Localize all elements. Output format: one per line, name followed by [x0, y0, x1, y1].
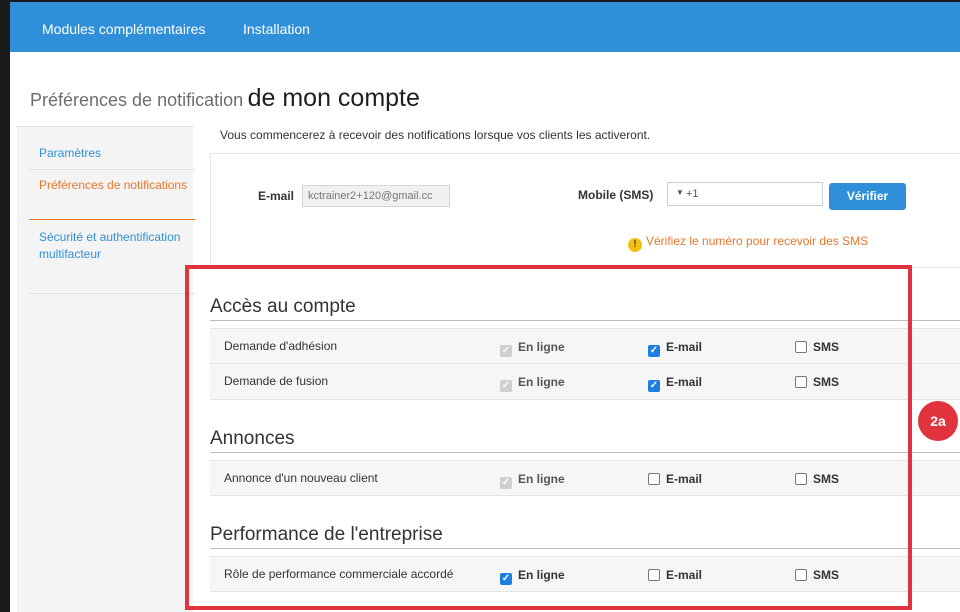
checkbox-checked-disabled: ✓ — [500, 345, 512, 357]
nav-link-installation[interactable]: Installation — [243, 21, 310, 37]
email-checkbox[interactable]: E-mail — [648, 568, 702, 582]
top-nav-bar: Modules complémentaires Installation — [10, 2, 960, 52]
table-row: Demande de fusion ✓ En ligne ✓ E-mail SMS — [210, 364, 960, 400]
email-label: E-mail — [258, 189, 295, 203]
sms-option-label: SMS — [813, 472, 840, 486]
nav-link-modules[interactable]: Modules complémentaires — [42, 21, 205, 37]
sms-option-label: SMS — [813, 340, 840, 354]
online-checkbox[interactable]: ✓ En ligne — [500, 568, 565, 585]
sms-warning-text: Vérifiez le numéro pour recevoir des SMS — [646, 234, 869, 248]
row-label: Annonce d'un nouveau client — [224, 471, 378, 485]
sidebar-active-indicator — [29, 219, 195, 220]
country-dropdown-icon[interactable]: ▼ — [676, 188, 684, 197]
sidebar-divider — [29, 293, 195, 294]
section-divider — [210, 548, 960, 549]
settings-sidebar: Paramètres Préférences de notifications … — [17, 126, 195, 612]
mobile-label: Mobile (SMS) — [578, 188, 654, 202]
checkbox-unchecked[interactable] — [795, 376, 807, 388]
checkbox-checked[interactable]: ✓ — [500, 573, 512, 585]
online-label: En ligne — [518, 568, 565, 582]
verify-button[interactable]: Vérifier — [829, 183, 906, 210]
sms-checkbox[interactable]: SMS — [795, 375, 839, 389]
checkbox-unchecked[interactable] — [795, 341, 807, 353]
email-option-label: E-mail — [666, 472, 703, 486]
checkbox-unchecked[interactable] — [795, 569, 807, 581]
section-title-business-performance: Performance de l'entreprise — [210, 524, 443, 545]
checkbox-unchecked[interactable] — [795, 473, 807, 485]
table-row: Rôle de performance commerciale accordé … — [210, 556, 960, 592]
checkbox-checked[interactable]: ✓ — [648, 380, 660, 392]
sidebar-divider — [29, 169, 195, 170]
email-option-label: E-mail — [666, 568, 703, 582]
warning-icon: ! — [628, 238, 642, 252]
checkbox-unchecked[interactable] — [648, 569, 660, 581]
email-option-label: E-mail — [666, 375, 703, 389]
checkbox-checked-disabled: ✓ — [500, 380, 512, 392]
sms-option-label: SMS — [813, 375, 840, 389]
country-code: +1 — [686, 188, 699, 200]
section-title-account-access: Accès au compte — [210, 296, 356, 317]
page-title: Préférences de notification de mon compt… — [30, 84, 420, 113]
checkbox-checked-disabled: ✓ — [500, 477, 512, 489]
sidebar-item-settings[interactable]: Paramètres — [39, 145, 189, 162]
window-frame-left — [0, 0, 10, 612]
online-checkbox: ✓ En ligne — [500, 340, 565, 357]
online-label: En ligne — [518, 472, 565, 486]
online-checkbox: ✓ En ligne — [500, 472, 565, 489]
email-option-label: E-mail — [666, 340, 703, 354]
sms-option-label: SMS — [813, 568, 840, 582]
row-label: Rôle de performance commerciale accordé — [224, 567, 454, 581]
intro-text: Vous commencerez à recevoir des notifica… — [220, 128, 651, 142]
page-title-main: de mon compte — [247, 84, 420, 112]
sidebar-item-notification-preferences[interactable]: Préférences de notifications — [39, 177, 189, 194]
online-checkbox: ✓ En ligne — [500, 375, 565, 392]
sms-warning: ! Vérifiez le numéro pour recevoir des SM… — [628, 234, 868, 252]
checkbox-unchecked[interactable] — [648, 473, 660, 485]
row-label: Demande d'adhésion — [224, 339, 338, 353]
row-label: Demande de fusion — [224, 374, 329, 388]
mobile-phone-input[interactable]: ▼ +1 — [667, 182, 823, 206]
annotation-callout-badge: 2a — [918, 401, 958, 441]
checkbox-checked[interactable]: ✓ — [648, 345, 660, 357]
sms-checkbox[interactable]: SMS — [795, 568, 839, 582]
sms-checkbox[interactable]: SMS — [795, 472, 839, 486]
sms-checkbox[interactable]: SMS — [795, 340, 839, 354]
section-divider — [210, 452, 960, 453]
table-row: Demande d'adhésion ✓ En ligne ✓ E-mail SMS — [210, 328, 960, 364]
sidebar-item-security-mfa[interactable]: Sécurité et authentification multifacteu… — [39, 229, 189, 263]
page-title-prefix: Préférences de notification — [30, 90, 244, 110]
email-checkbox[interactable]: ✓ E-mail — [648, 375, 702, 392]
section-title-announcements: Annonces — [210, 428, 295, 449]
online-label: En ligne — [518, 340, 565, 354]
online-label: En ligne — [518, 375, 565, 389]
table-row: Annonce d'un nouveau client ✓ En ligne E-… — [210, 460, 960, 496]
email-field: kctrainer2+120@gmail.cc — [302, 185, 450, 207]
email-checkbox[interactable]: E-mail — [648, 472, 702, 486]
section-divider — [210, 320, 960, 321]
email-checkbox[interactable]: ✓ E-mail — [648, 340, 702, 357]
